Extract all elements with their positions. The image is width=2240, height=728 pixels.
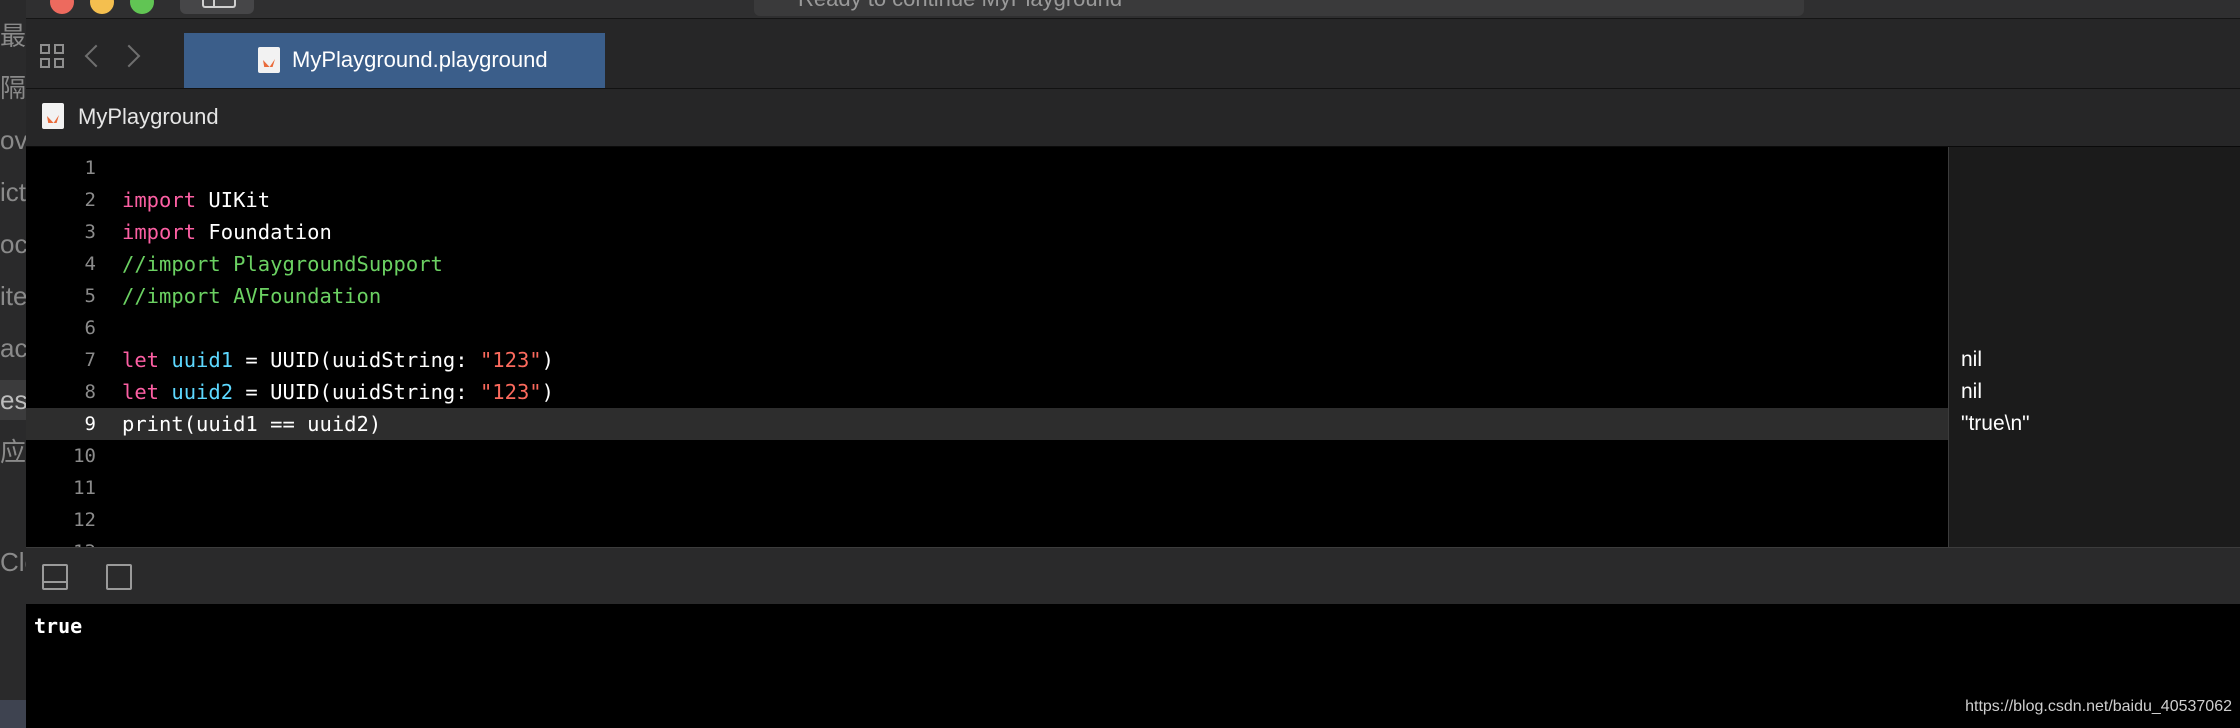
minimize-button[interactable] xyxy=(90,0,114,14)
line-number: 9 xyxy=(84,413,96,435)
code-token: uuid2 xyxy=(171,380,234,404)
code-token: ) xyxy=(541,380,554,404)
result-value[interactable]: "true\n" xyxy=(1961,408,2030,440)
line-number: 13 xyxy=(26,536,96,547)
code-line[interactable]: 13 xyxy=(26,536,1948,547)
chevron-left-icon xyxy=(84,44,108,68)
background-window-sidebar: 最近隔空 ov ict oc ite ac es 应用 Clo xyxy=(0,0,27,728)
related-items-grid-icon[interactable] xyxy=(40,44,66,70)
code-line[interactable]: 7 let uuid1 = UUID(uuidString: "123") xyxy=(26,344,1948,376)
activity-viewer: Ready to continue MyPlayground xyxy=(754,0,1804,16)
code-token: //import AVFoundation xyxy=(122,284,382,308)
navigator-toggle-button[interactable] xyxy=(180,0,254,14)
tab-myplayground[interactable]: MyPlayground.playground xyxy=(184,33,605,88)
code-line[interactable]: 6 xyxy=(26,312,1948,344)
line-number: 11 xyxy=(73,477,96,499)
code-token: import xyxy=(122,188,197,212)
code-text: print(uuid1 == uuid2) xyxy=(122,408,381,440)
tab-bar: MyPlayground.playground xyxy=(26,19,2240,89)
result-value[interactable]: nil xyxy=(1961,376,1982,408)
tab-label: MyPlayground.playground xyxy=(292,47,548,72)
code-line[interactable]: 11 xyxy=(26,472,1948,504)
line-number: 3 xyxy=(84,221,96,243)
sidebar-fragment: ov xyxy=(0,125,26,155)
line-number: 8 xyxy=(84,381,96,403)
code-token: let xyxy=(122,380,160,404)
line-number: 5 xyxy=(84,285,96,307)
code-line[interactable]: 5 //import AVFoundation xyxy=(26,280,1948,312)
results-sidebar: nil nil "true\n" xyxy=(1948,147,2240,547)
code-token: "123" xyxy=(479,380,542,404)
code-token: print(uuid1 == uuid2) xyxy=(122,412,382,436)
sidebar-fragment: 隔空 xyxy=(0,73,26,103)
debug-bar xyxy=(26,547,2240,604)
sidebar-fragment: 最近 xyxy=(0,21,26,51)
navigate-forward-button[interactable] xyxy=(117,41,148,71)
line-number: 6 xyxy=(84,317,96,339)
code-text: let uuid1 = UUID(uuidString: "123") xyxy=(122,344,554,376)
code-text: //import AVFoundation xyxy=(122,280,381,312)
code-token: let xyxy=(122,348,160,372)
code-text: //import PlaygroundSupport xyxy=(122,248,443,280)
line-number: 10 xyxy=(73,445,96,467)
watermark-text: https://blog.csdn.net/baidu_40537062 xyxy=(1965,698,2232,715)
code-line[interactable]: 10 xyxy=(26,440,1948,472)
swift-file-icon xyxy=(258,47,280,73)
zoom-button[interactable] xyxy=(130,0,154,14)
code-token: uuid1 xyxy=(171,348,234,372)
jump-bar: MyPlayground xyxy=(26,89,2240,147)
code-line[interactable]: 3 import Foundation xyxy=(26,216,1948,248)
title-bar: Ready to continue MyPlayground xyxy=(26,0,2240,19)
code-token: ) xyxy=(541,348,554,372)
activity-status-text: Ready to continue MyPlayground xyxy=(798,0,1122,12)
code-token: import xyxy=(122,220,197,244)
code-token: = UUID(uuidString: xyxy=(233,348,480,372)
code-line[interactable]: 8 let uuid2 = UUID(uuidString: "123") xyxy=(26,376,1948,408)
swift-file-icon xyxy=(42,103,64,129)
code-text: import UIKit xyxy=(122,184,270,216)
line-number: 2 xyxy=(84,189,96,211)
sidebar-fragment: oc xyxy=(0,229,26,259)
code-line[interactable]: 9 print(uuid1 == uuid2) xyxy=(26,408,1948,440)
line-number: 4 xyxy=(84,253,96,275)
console-output: true xyxy=(34,614,83,638)
code-line[interactable]: 4 //import PlaygroundSupport xyxy=(26,248,1948,280)
sidebar-bottom-item xyxy=(0,700,26,728)
console-area: true https://blog.csdn.net/baidu_4053706… xyxy=(26,604,2240,728)
code-text: import Foundation xyxy=(122,216,332,248)
sidebar-fragment: es xyxy=(0,380,26,420)
close-button[interactable] xyxy=(50,0,74,14)
sidebar-fragment: ac xyxy=(0,333,26,363)
chevron-right-icon xyxy=(117,44,141,68)
navigate-back-button[interactable] xyxy=(80,41,110,71)
line-number: 1 xyxy=(84,157,96,179)
code-token: "123" xyxy=(479,348,542,372)
code-line[interactable]: 1 xyxy=(26,152,1948,184)
code-token: = UUID(uuidString: xyxy=(233,380,480,404)
code-line[interactable]: 2 import UIKit xyxy=(26,184,1948,216)
code-token: UIKit xyxy=(196,188,271,212)
breadcrumb-playground[interactable]: MyPlayground xyxy=(78,104,219,130)
sidebar-fragment: 应用 xyxy=(0,437,26,467)
line-number: 7 xyxy=(84,349,96,371)
sidebar-fragment: ict xyxy=(0,177,26,207)
code-line[interactable]: 12 xyxy=(26,504,1948,536)
result-value[interactable]: nil xyxy=(1961,344,1982,376)
code-text: let uuid2 = UUID(uuidString: "123") xyxy=(122,376,554,408)
hide-debug-area-icon[interactable] xyxy=(42,564,68,590)
source-editor[interactable]: 1 2 import UIKit 3 import Foundation 4//impor… xyxy=(26,147,1948,547)
console-toggle-icon[interactable] xyxy=(106,564,132,590)
code-token: //import PlaygroundSupport xyxy=(122,252,443,276)
line-number: 12 xyxy=(73,509,96,531)
code-token: Foundation xyxy=(196,220,332,244)
xcode-playground-window: 最近隔空 ov ict oc ite ac es 应用 Clo Ready to continu… xyxy=(0,0,2240,728)
sidebar-fragment: Clo xyxy=(0,547,26,577)
sidebar-fragment: ite xyxy=(0,281,26,311)
sidebar-icon xyxy=(202,0,236,8)
